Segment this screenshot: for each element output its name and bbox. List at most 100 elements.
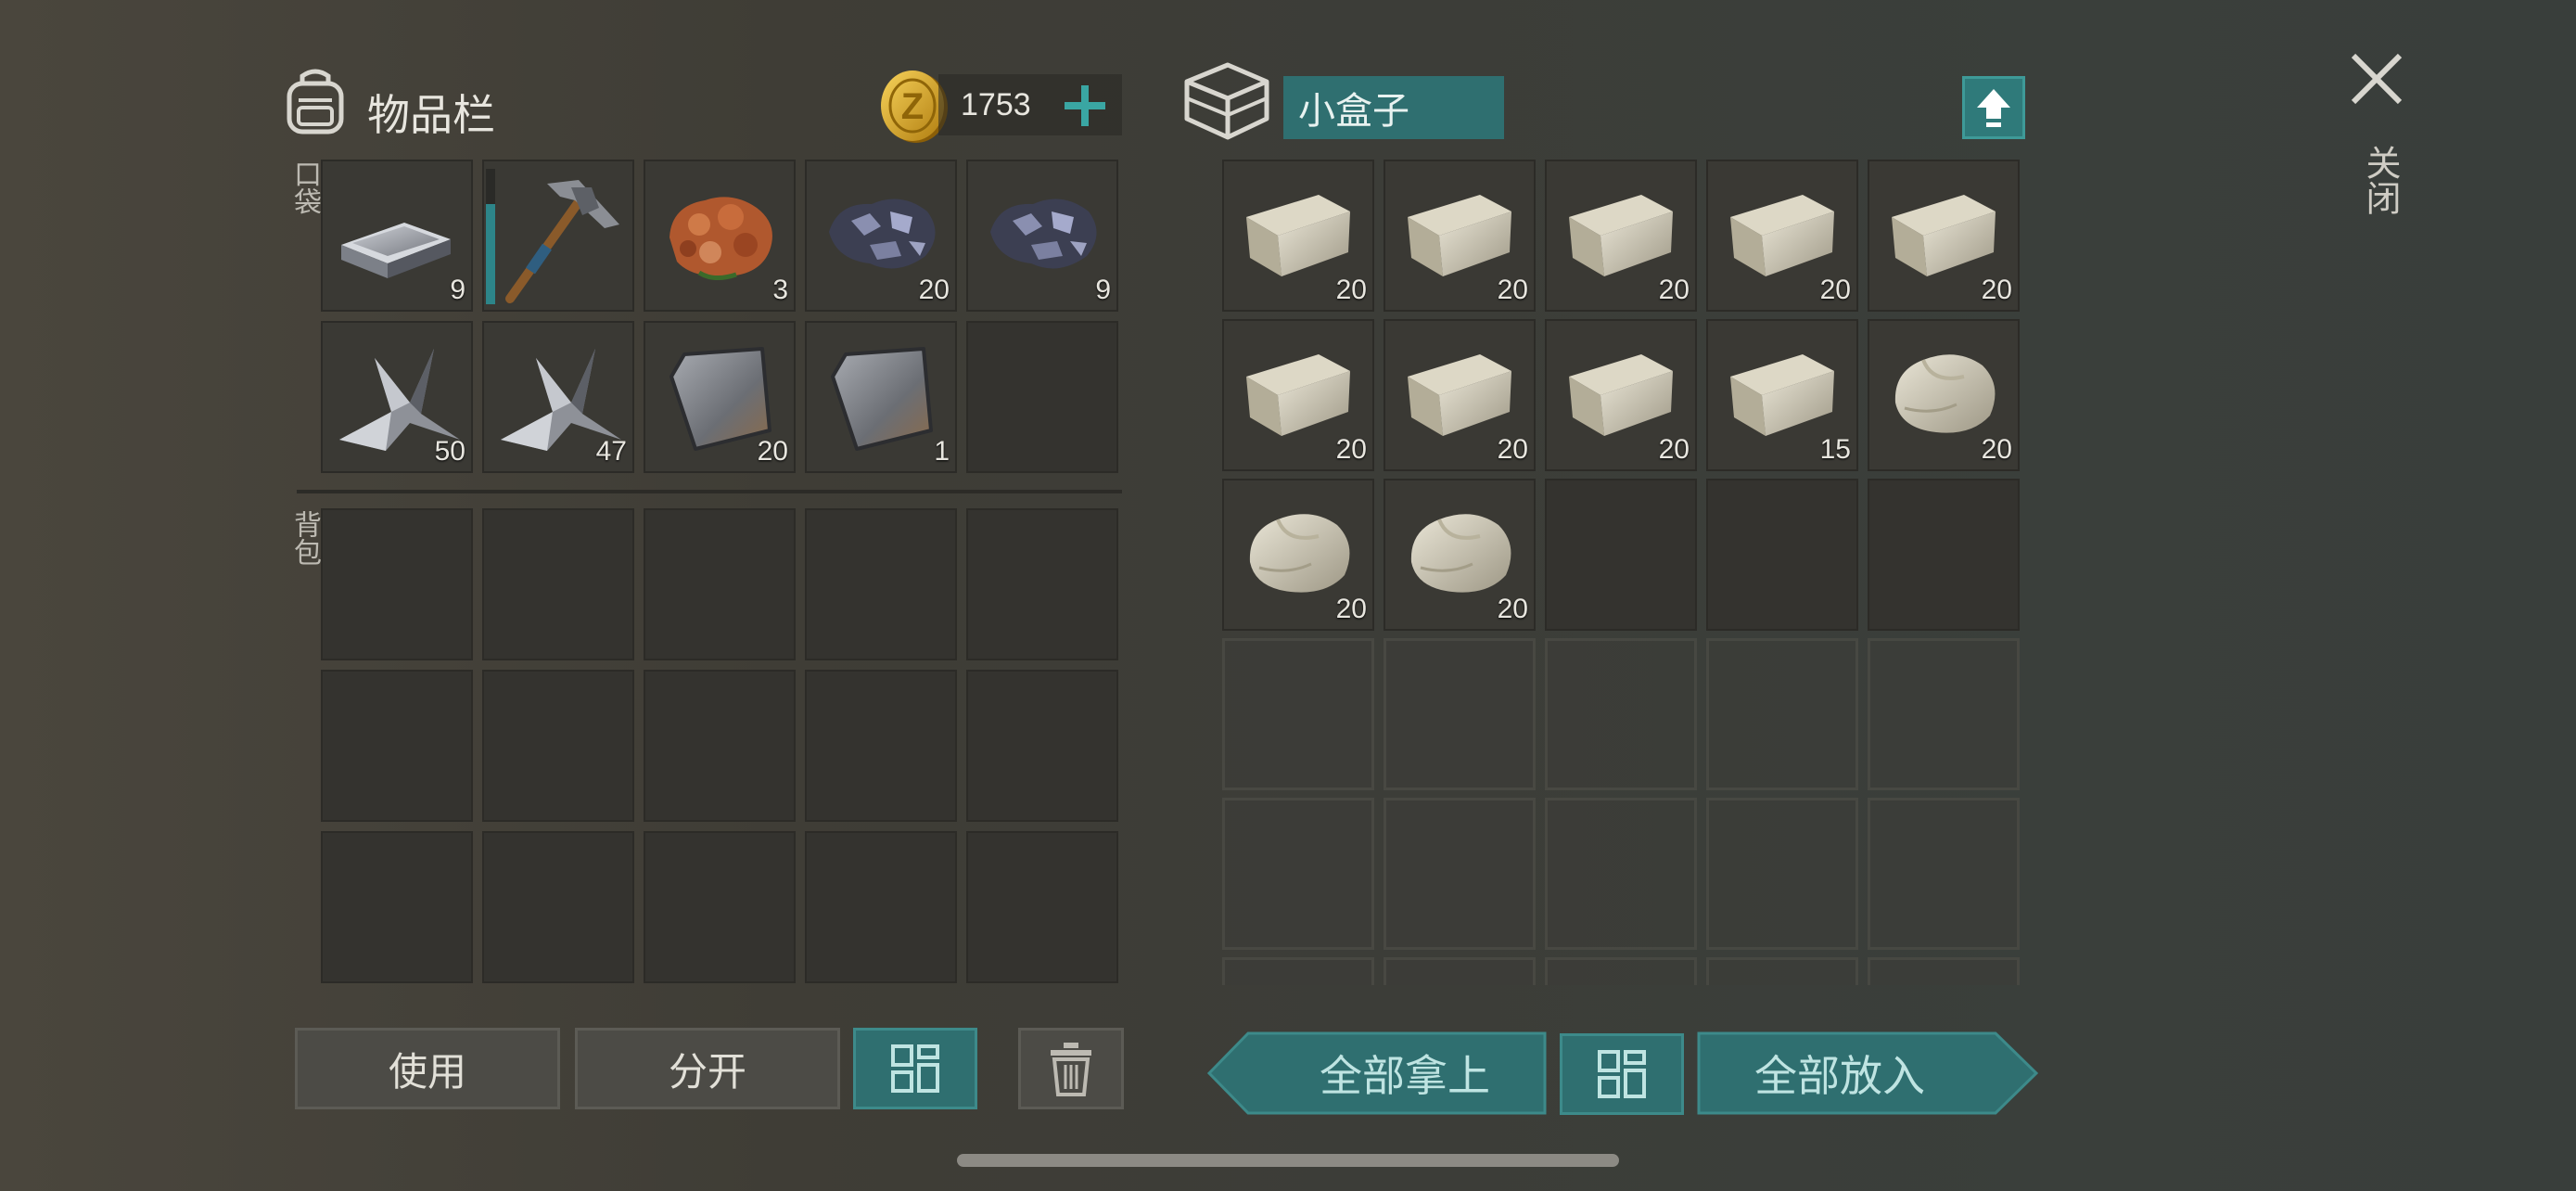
container-slot-empty[interactable] <box>1545 479 1697 631</box>
backpack-slot[interactable] <box>805 508 957 660</box>
backpack-slot[interactable] <box>805 831 957 983</box>
item-count: 20 <box>1497 434 1528 465</box>
sort-container-button[interactable] <box>1560 1033 1684 1115</box>
item-count: 20 <box>1658 275 1690 305</box>
container-slot-stone-block[interactable]: 20 <box>1384 160 1536 312</box>
item-count: 50 <box>434 436 465 467</box>
sort-icon <box>1598 1050 1646 1098</box>
close-icon <box>2351 53 2403 105</box>
sort-icon <box>891 1044 939 1093</box>
container-slot-stone[interactable]: 20 <box>1384 479 1536 631</box>
inventory-slot-metal-plate[interactable]: 20 <box>644 321 796 473</box>
section-divider <box>297 490 1122 493</box>
container-slot-locked <box>1868 957 2020 985</box>
item-count: 3 <box>772 275 788 305</box>
home-indicator <box>957 1154 1619 1167</box>
item-count: 20 <box>1981 434 2012 465</box>
backpack-slot[interactable] <box>805 670 957 822</box>
container-slot-stone-block[interactable]: 20 <box>1222 319 1374 471</box>
item-count: 20 <box>1335 594 1367 624</box>
container-slot-locked <box>1545 957 1697 985</box>
inventory-slot-metal-scrap[interactable]: 47 <box>482 321 634 473</box>
container-slot-locked <box>1706 798 1858 950</box>
item-count: 20 <box>1497 594 1528 624</box>
put-all-label: 全部放入 <box>1754 1051 1925 1101</box>
svg-text:Z: Z <box>901 86 924 127</box>
backpack-slot[interactable] <box>482 508 634 660</box>
backpack-grid <box>321 508 1122 985</box>
coin-amount: 1753 <box>961 87 1031 122</box>
trash-button[interactable] <box>1018 1028 1124 1109</box>
inventory-slot-iron-ore[interactable]: 20 <box>805 160 957 312</box>
container-slot-stone-block[interactable]: 20 <box>1868 160 2020 312</box>
backpack-slot[interactable] <box>966 670 1118 822</box>
item-count: 20 <box>1497 275 1528 305</box>
container-slot-stone[interactable]: 20 <box>1868 319 2020 471</box>
inventory-slot-iron-ingot[interactable]: 9 <box>321 160 473 312</box>
container-slot-empty[interactable] <box>1706 479 1858 631</box>
backpack-slot[interactable] <box>482 831 634 983</box>
item-count: 9 <box>1095 275 1111 305</box>
container-slot-stone-block[interactable]: 20 <box>1706 160 1858 312</box>
container-name-field[interactable]: 小盒子 <box>1283 76 1504 139</box>
pickaxe-icon <box>505 180 619 303</box>
container-slot-locked <box>1222 957 1374 985</box>
item-count: 20 <box>1819 275 1851 305</box>
box-icon <box>1183 61 1270 141</box>
backpack-label: 背包 <box>288 510 321 566</box>
backpack-slot[interactable] <box>321 670 473 822</box>
split-button[interactable]: 分开 <box>575 1028 840 1109</box>
close-button[interactable] <box>2346 48 2407 109</box>
upload-icon <box>1977 89 2010 127</box>
backpack-slot[interactable] <box>966 508 1118 660</box>
take-all-label: 全部拿上 <box>1320 1051 1490 1101</box>
put-all-button[interactable]: 全部放入 <box>1697 1031 2038 1115</box>
inventory-title: 物品栏 <box>367 90 495 140</box>
backpack-slot[interactable] <box>321 508 473 660</box>
item-count: 20 <box>1981 275 2012 305</box>
add-coins-button[interactable] <box>1061 82 1109 130</box>
pocket-label: 口袋 <box>288 160 321 215</box>
container-slot-locked <box>1868 638 2020 790</box>
container-slot-stone[interactable]: 20 <box>1222 479 1374 631</box>
container-slot-stone-block[interactable]: 20 <box>1545 319 1697 471</box>
item-count: 47 <box>595 436 627 467</box>
backpack-slot[interactable] <box>482 670 634 822</box>
item-count: 20 <box>1658 434 1690 465</box>
container-slot-locked <box>1868 798 2020 950</box>
item-count: 9 <box>450 275 465 305</box>
container-slot-stone-block[interactable]: 15 <box>1706 319 1858 471</box>
sort-inventory-button[interactable] <box>853 1028 977 1109</box>
backpack-slot[interactable] <box>321 831 473 983</box>
item-count: 1 <box>934 436 950 467</box>
take-all-button[interactable]: 全部拿上 <box>1207 1031 1547 1115</box>
pocket-grid: 9 3 20 9 50 47 20 1 <box>321 160 1122 475</box>
container-slot-locked <box>1706 957 1858 985</box>
inventory-slot-metal-plate[interactable]: 1 <box>805 321 957 473</box>
container-slot-empty[interactable] <box>1868 479 2020 631</box>
container-slot-stone-block[interactable]: 20 <box>1384 319 1536 471</box>
inventory-slot-metal-scrap[interactable]: 50 <box>321 321 473 473</box>
container-slot-locked <box>1545 798 1697 950</box>
container-slot-locked <box>1222 638 1374 790</box>
inventory-slot-iron-ore[interactable]: 9 <box>966 160 1118 312</box>
container-slot-stone-block[interactable]: 20 <box>1222 160 1374 312</box>
backpack-slot[interactable] <box>644 508 796 660</box>
inventory-slot-empty[interactable] <box>966 321 1118 473</box>
backpack-slot[interactable] <box>644 670 796 822</box>
durability-bar <box>486 169 495 304</box>
close-label: 关闭 <box>2360 145 2401 215</box>
plus-icon <box>1065 85 1105 126</box>
backpack-slot[interactable] <box>644 831 796 983</box>
item-count: 15 <box>1819 434 1851 465</box>
container-slot-locked <box>1384 957 1536 985</box>
inventory-slot-copper-ore[interactable]: 3 <box>644 160 796 312</box>
upload-button[interactable] <box>1962 76 2025 139</box>
item-count: 20 <box>757 436 788 467</box>
use-button[interactable]: 使用 <box>295 1028 560 1109</box>
item-count: 20 <box>1335 434 1367 465</box>
container-slot-stone-block[interactable]: 20 <box>1545 160 1697 312</box>
backpack-slot[interactable] <box>966 831 1118 983</box>
inventory-slot-pickaxe[interactable] <box>482 160 634 312</box>
container-slot-locked <box>1384 638 1536 790</box>
